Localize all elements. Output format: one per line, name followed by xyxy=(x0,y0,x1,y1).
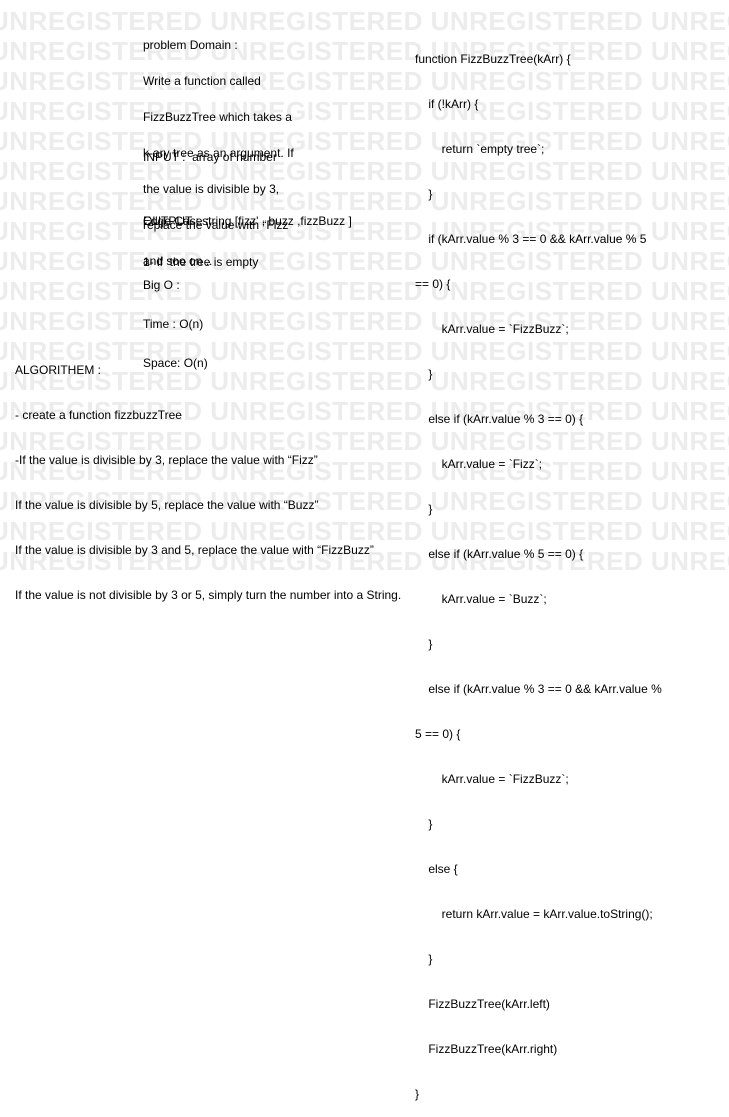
code-line: kArr.value = `Buzz`; xyxy=(415,592,547,606)
code-line: } xyxy=(415,502,433,516)
problem-desc-line: FizzBuzzTree which takes a xyxy=(143,110,292,124)
code-line: } xyxy=(415,952,433,966)
code-line: function FizzBuzzTree(kArr) { xyxy=(415,52,571,66)
code-line: kArr.value = `FizzBuzz`; xyxy=(415,772,569,786)
code-line: } xyxy=(415,1087,420,1101)
code-line: } xyxy=(415,817,433,831)
code-line: } xyxy=(415,187,433,201)
algorithm-step: -If the value is divisible by 3, replace… xyxy=(15,453,318,467)
code-note: function FizzBuzzTree(kArr) { if (!kArr)… xyxy=(415,22,662,1117)
code-line: else { xyxy=(415,862,458,876)
code-line: } xyxy=(415,367,433,381)
algorithm-note: ALGORITHEM : - create a function fizzbuz… xyxy=(15,333,401,618)
algorithm-step: - create a function fizzbuzzTree xyxy=(15,408,182,422)
code-line: else if (kArr.value % 5 == 0) { xyxy=(415,547,584,561)
code-line: if (kArr.value % 3 == 0 && kArr.value % … xyxy=(415,232,647,246)
code-line: else if (kArr.value % 3 == 0 && kArr.val… xyxy=(415,682,662,696)
algorithm-step: If the value is divisible by 5, replace … xyxy=(15,498,319,512)
code-line: FizzBuzzTree(kArr.left) xyxy=(415,997,550,1011)
code-line: == 0) { xyxy=(415,277,451,291)
algorithm-step: If the value is divisible by 3 and 5, re… xyxy=(15,543,374,557)
code-line: 5 == 0) { xyxy=(415,727,461,741)
algorithm-step: If the value is not divisible by 3 or 5,… xyxy=(15,588,402,602)
problem-domain-title: problem Domain : xyxy=(143,38,238,52)
code-line: else if (kArr.value % 3 == 0) { xyxy=(415,412,584,426)
edge-case-title: Edge Case : xyxy=(143,214,210,228)
code-line: FizzBuzzTree(kArr.right) xyxy=(415,1042,558,1056)
code-line: kArr.value = `FizzBuzz`; xyxy=(415,322,569,336)
algorithm-title: ALGORITHEM : xyxy=(15,363,102,377)
problem-desc-line: Write a function called xyxy=(143,74,261,88)
code-line: return kArr.value = kArr.value.toString(… xyxy=(415,907,653,921)
code-line: kArr.value = `Fizz`; xyxy=(415,457,543,471)
time-complexity: Time : O(n) xyxy=(143,317,204,331)
code-line: return `empty tree`; xyxy=(415,142,545,156)
big-o-title: Big O : xyxy=(143,278,180,292)
code-line: } xyxy=(415,637,433,651)
input-text: INPUT : array of number xyxy=(143,150,277,164)
code-line: if (!kArr) { xyxy=(415,97,479,111)
